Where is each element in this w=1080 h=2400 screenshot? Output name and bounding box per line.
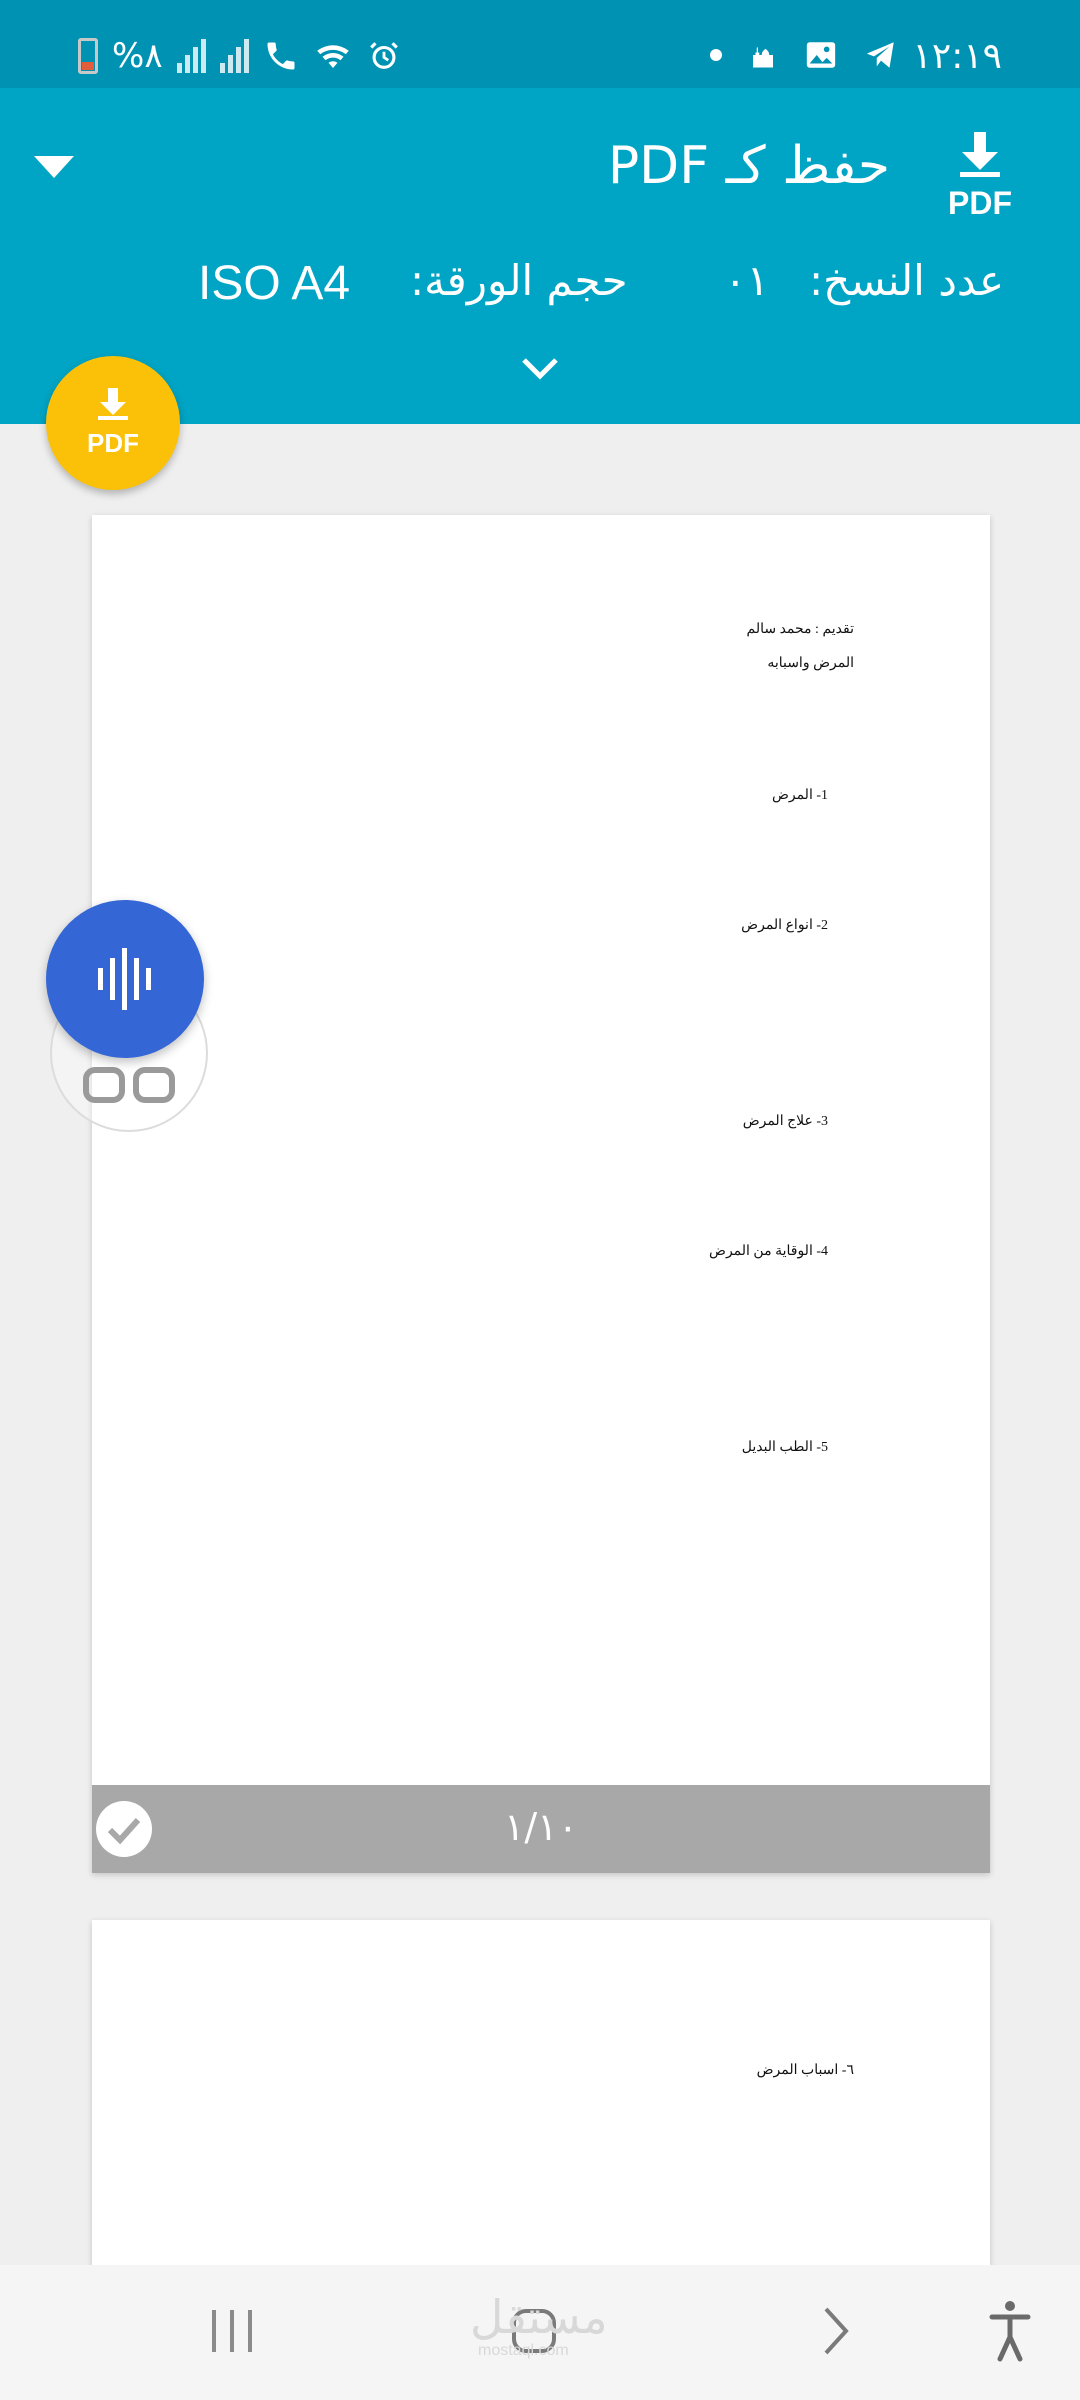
- voice-assistant-button[interactable]: [46, 900, 204, 1058]
- pdf-icon-label: PDF: [948, 185, 1012, 220]
- doc-line: المرض واسبابه: [767, 656, 854, 671]
- battery-percent: %٨: [112, 36, 163, 76]
- watermark-url: mostaql.com: [478, 2342, 569, 2359]
- doc-line: 2- انواع المرض: [741, 918, 828, 933]
- mosque-icon: [753, 47, 773, 68]
- preview-page-1[interactable]: تقديم : محمد سالم المرض واسبابه 1- المرض…: [92, 515, 990, 1873]
- status-right-group: [710, 38, 900, 72]
- copies-value[interactable]: ٠١: [724, 256, 769, 305]
- back-icon: [824, 2307, 849, 2355]
- back-button[interactable]: [776, 2265, 896, 2400]
- doc-line: ٦- اسباب المرض: [756, 2063, 854, 2078]
- printer-dropdown-icon[interactable]: [34, 156, 74, 178]
- save-pdf-fab-button[interactable]: PDF: [46, 356, 180, 490]
- page-number: ١/١٠: [503, 1805, 579, 1849]
- doc-line: تقديم : محمد سالم: [746, 622, 855, 637]
- doc-line: 3- علاج المرض: [742, 1114, 828, 1129]
- signal-icon: [219, 39, 249, 73]
- chevron-down-icon[interactable]: [520, 356, 560, 380]
- recent-apps-icon: [212, 2310, 252, 2352]
- status-left-group: %٨: [78, 36, 401, 76]
- call-icon: [267, 42, 295, 70]
- wifi-icon: [316, 45, 349, 68]
- page-title: حفظ كـ PDF: [607, 136, 890, 196]
- battery-icon: [78, 38, 98, 74]
- doc-line: 1- المرض: [771, 788, 828, 803]
- page-footer: ١/١٠: [92, 1785, 990, 1873]
- doc-line: 4- الوقاية من المرض: [709, 1244, 828, 1259]
- pdf-download-icon[interactable]: PDF: [940, 128, 1020, 221]
- telegram-icon: [866, 42, 894, 68]
- doc-line: 5- الطب البديل: [741, 1440, 828, 1455]
- paper-size-label: حجم الورقة:: [410, 256, 628, 305]
- gallery-icon: [806, 42, 836, 68]
- status-bar: %٨ ١٢:١٩: [0, 0, 1080, 88]
- voice-wave-icon: [98, 948, 151, 1010]
- signal-icon: [176, 39, 206, 73]
- pdf-download-icon: PDF: [87, 388, 139, 458]
- watermark-logo: مستقل: [470, 2290, 608, 2344]
- clock: ١٢:١٩: [912, 36, 1002, 77]
- recent-apps-button[interactable]: [172, 2265, 292, 2400]
- accessibility-icon: [989, 2301, 1031, 2362]
- alarm-icon: [369, 42, 398, 69]
- fab-label: PDF: [87, 428, 139, 458]
- copies-label: عدد النسخ:: [808, 256, 1004, 305]
- accessibility-button[interactable]: [950, 2265, 1070, 2400]
- dot-icon: [710, 49, 722, 61]
- paper-size-value[interactable]: ISO A4: [198, 256, 350, 311]
